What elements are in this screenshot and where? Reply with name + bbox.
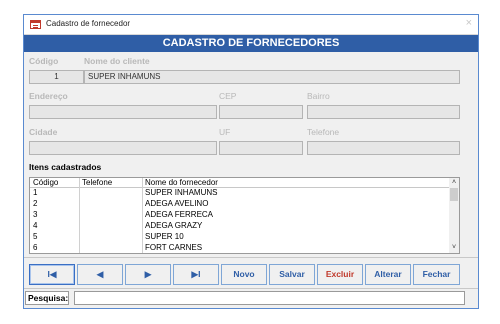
supplier-window: Cadastro de fornecedor × CADASTRO DE FOR…: [23, 14, 479, 309]
list-item[interactable]: 2 ADEGA AVELINO: [30, 199, 450, 210]
column-header-telefone[interactable]: Telefone: [82, 178, 112, 187]
alterar-button[interactable]: Alterar: [365, 264, 411, 285]
fechar-button[interactable]: Fechar: [413, 264, 460, 285]
list-item[interactable]: 5 SUPER 10: [30, 232, 450, 243]
title-bar: Cadastro de fornecedor ×: [24, 15, 478, 35]
uf-field[interactable]: [219, 141, 303, 155]
last-record-button[interactable]: ▶I: [173, 264, 219, 285]
scroll-down-icon[interactable]: ˅: [449, 243, 459, 253]
button-bar: I◀ ◀ ▶ ▶I Novo Salvar Excluir Alterar Fe…: [24, 257, 478, 289]
row-codigo: 2: [33, 199, 38, 208]
uf-label: UF: [219, 127, 231, 137]
search-label: Pesquisa:: [25, 291, 69, 305]
row-codigo: 3: [33, 210, 38, 219]
novo-button[interactable]: Novo: [221, 264, 267, 285]
excluir-button[interactable]: Excluir: [317, 264, 363, 285]
endereco-field[interactable]: [29, 105, 217, 119]
nome-label: Nome do cliente: [84, 56, 150, 66]
row-nome: ADEGA AVELINO: [145, 199, 209, 208]
row-codigo: 1: [33, 188, 38, 197]
scroll-thumb[interactable]: [450, 188, 458, 201]
endereco-label: Endereço: [29, 91, 68, 101]
first-record-button[interactable]: I◀: [29, 264, 75, 285]
next-record-button[interactable]: ▶: [125, 264, 171, 285]
list-item[interactable]: 6 FORT CARNES: [30, 243, 450, 253]
row-codigo: 6: [33, 243, 38, 252]
row-nome: ADEGA GRAZY: [145, 221, 203, 230]
bairro-field[interactable]: [307, 105, 460, 119]
row-nome: SUPER 10: [145, 232, 184, 241]
row-codigo: 5: [33, 232, 38, 241]
nome-field[interactable]: SUPER INHAMUNS: [84, 70, 460, 84]
cep-label: CEP: [219, 91, 237, 101]
telefone-label: Telefone: [307, 127, 340, 137]
telefone-field[interactable]: [307, 141, 460, 155]
list-item[interactable]: 4 ADEGA GRAZY: [30, 221, 450, 232]
form-icon: [30, 20, 41, 29]
row-codigo: 4: [33, 221, 38, 230]
list-scrollbar[interactable]: ˄ ˅: [449, 178, 459, 253]
close-icon[interactable]: ×: [466, 17, 472, 29]
list-title: Itens cadastrados: [29, 162, 102, 172]
row-nome: ADEGA FERRECA: [145, 210, 214, 219]
list-item[interactable]: 1 SUPER INHAMUNS: [30, 188, 450, 199]
column-header-nome[interactable]: Nome do fornecedor: [145, 178, 218, 187]
window-title: Cadastro de fornecedor: [46, 19, 131, 28]
list-header: Código Telefone Nome do fornecedor: [30, 178, 450, 188]
cidade-label: Cidade: [29, 127, 58, 137]
search-input[interactable]: [74, 291, 465, 305]
codigo-field[interactable]: 1: [29, 70, 84, 84]
supplier-list[interactable]: Código Telefone Nome do fornecedor 1 SUP…: [29, 177, 460, 254]
salvar-button[interactable]: Salvar: [269, 264, 315, 285]
scroll-up-icon[interactable]: ˄: [449, 178, 459, 188]
bairro-label: Bairro: [307, 91, 330, 101]
cep-field[interactable]: [219, 105, 303, 119]
row-nome: SUPER INHAMUNS: [145, 188, 218, 197]
page-title: CADASTRO DE FORNECEDORES: [24, 35, 478, 52]
row-nome: FORT CARNES: [145, 243, 203, 252]
codigo-label: Código: [29, 56, 59, 66]
previous-record-button[interactable]: ◀: [77, 264, 123, 285]
list-item[interactable]: 3 ADEGA FERRECA: [30, 210, 450, 221]
cidade-field[interactable]: [29, 141, 217, 155]
column-header-codigo[interactable]: Código: [33, 178, 58, 187]
